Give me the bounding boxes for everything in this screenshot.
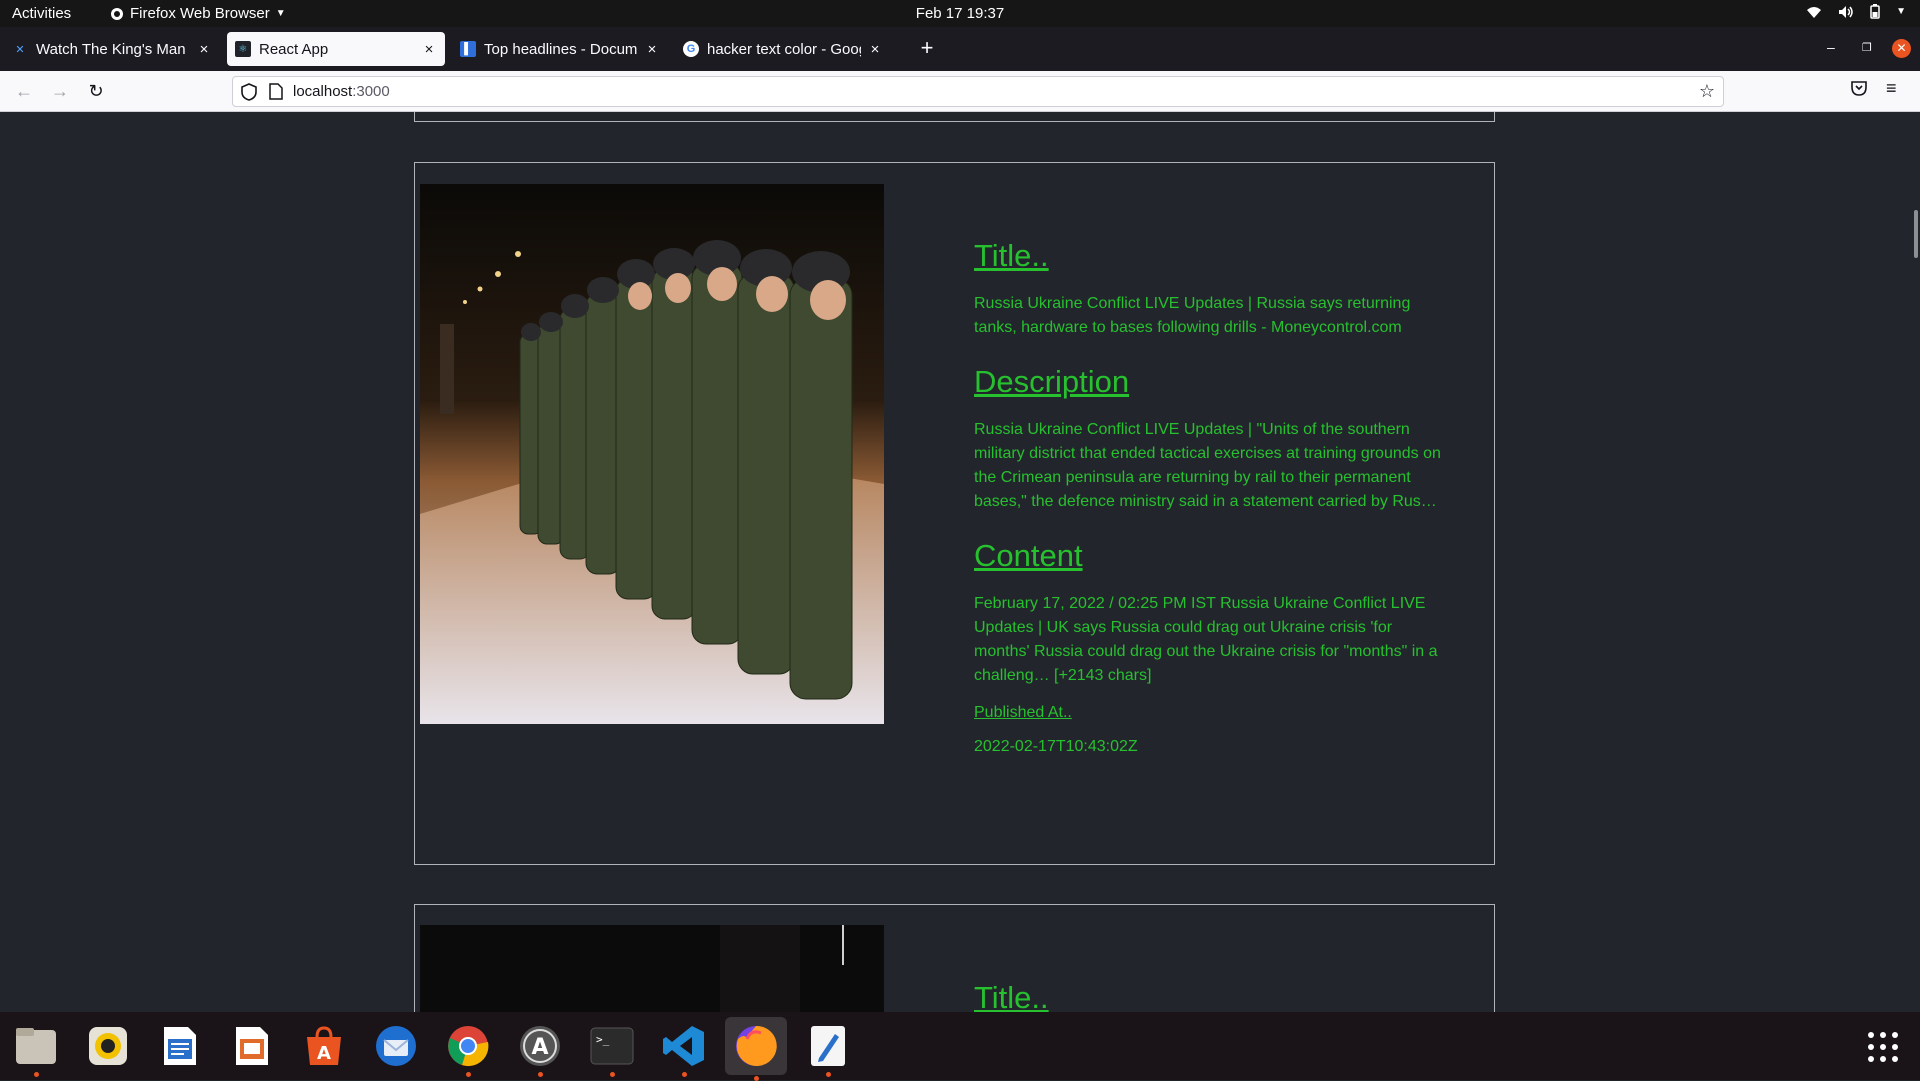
url-text[interactable]: localhost:3000	[293, 83, 390, 100]
minimize-icon[interactable]: –	[1827, 39, 1835, 55]
docs-icon: ▌	[460, 41, 476, 57]
back-arrow-icon[interactable]: ←	[12, 79, 36, 103]
page-icon[interactable]	[269, 83, 283, 100]
news-card-previous	[414, 112, 1495, 122]
status-area[interactable]: ▼	[1806, 4, 1906, 19]
description-heading[interactable]: Description	[974, 364, 1444, 400]
title-heading[interactable]: Title..	[974, 980, 1444, 1012]
tab-label: React App	[259, 40, 329, 58]
content-text: February 17, 2022 / 02:25 PM IST Russia …	[974, 595, 1438, 684]
article-image	[420, 184, 884, 724]
dark-photo	[420, 925, 884, 1012]
close-icon[interactable]: ×	[867, 41, 883, 58]
title-heading[interactable]: Title..	[974, 238, 1444, 274]
svg-text:A: A	[531, 1035, 548, 1060]
show-applications-icon[interactable]	[1868, 1032, 1898, 1062]
restore-icon[interactable]: ❐	[1862, 41, 1872, 54]
firefox-icon[interactable]	[725, 1017, 787, 1081]
page-content: Title.. Russia Ukraine Conflict LIVE Upd…	[0, 112, 1920, 1012]
software-icon[interactable]: A	[299, 1021, 349, 1071]
close-icon[interactable]: ×	[421, 41, 437, 58]
news-card: Title.. Russia Ukraine Conflict LIVE Upd…	[414, 162, 1495, 865]
url-bar[interactable]: localhost:3000 ☆	[232, 76, 1724, 107]
description-text: Russia Ukraine Conflict LIVE Updates | "…	[974, 421, 1441, 510]
vscode-icon[interactable]	[659, 1021, 709, 1077]
svg-text:>_: >_	[596, 1033, 610, 1046]
tab-kings-man[interactable]: ✕ Watch The King's Man Fu ×	[4, 32, 220, 66]
reload-icon[interactable]: ↻	[84, 79, 108, 103]
published-date: 2022-02-17T10:43:02Z	[974, 738, 1138, 755]
tab-label: Top headlines - Documen	[484, 40, 638, 58]
close-icon[interactable]: ×	[644, 41, 660, 58]
shield-icon[interactable]	[241, 83, 257, 101]
content-heading[interactable]: Content	[974, 538, 1444, 574]
dock: A A >_	[0, 1012, 1920, 1081]
tab-top-headlines[interactable]: ▌ Top headlines - Documen ×	[452, 32, 668, 66]
hamburger-menu-icon[interactable]: ≡	[1886, 78, 1897, 99]
updater-icon[interactable]: A	[515, 1021, 565, 1077]
tab-label: Watch The King's Man Fu	[36, 40, 190, 58]
article-text: Title..	[974, 980, 1444, 1012]
clock[interactable]: Feb 17 19:37	[0, 5, 1920, 22]
volume-icon	[1839, 5, 1853, 18]
soldiers-photo	[420, 184, 884, 724]
text-editor-icon[interactable]	[803, 1021, 853, 1077]
writer-icon[interactable]	[155, 1021, 205, 1071]
tab-bar: ✕ Watch The King's Man Fu × ⚛ React App …	[0, 27, 1920, 71]
url-host: localhost	[293, 83, 353, 100]
google-icon: G	[683, 41, 699, 57]
battery-icon	[1870, 4, 1880, 19]
svg-text:A: A	[317, 1043, 331, 1064]
published-at-link[interactable]: Published At..	[974, 704, 1444, 722]
navigation-toolbar: ← → ↻ localhost:3000 ☆ ≡	[0, 71, 1920, 112]
react-icon: ⚛	[235, 41, 251, 57]
system-top-bar: Activities Firefox Web Browser ▼ Feb 17 …	[0, 0, 1920, 27]
tab-react-app[interactable]: ⚛ React App ×	[227, 32, 445, 66]
news-card-next: Title..	[414, 904, 1495, 1012]
new-tab-button[interactable]: +	[910, 32, 944, 66]
url-port: :3000	[352, 83, 390, 100]
thunderbird-icon[interactable]	[371, 1021, 421, 1071]
page-scrollbar[interactable]	[1914, 210, 1918, 258]
impress-icon[interactable]	[227, 1021, 277, 1071]
window-close-button[interactable]: ✕	[1892, 39, 1911, 58]
tab-label: hacker text color - Google	[707, 40, 861, 58]
pocket-icon[interactable]	[1850, 79, 1868, 97]
wifi-icon	[1807, 6, 1822, 18]
forward-arrow-icon[interactable]: →	[48, 79, 72, 103]
terminal-icon[interactable]: >_	[587, 1021, 637, 1077]
close-icon[interactable]: ×	[196, 41, 212, 58]
title-text: Russia Ukraine Conflict LIVE Updates | R…	[974, 295, 1411, 336]
files-icon[interactable]	[11, 1021, 61, 1077]
article-image	[420, 925, 884, 1012]
tab-google-search[interactable]: G hacker text color - Google ×	[675, 32, 891, 66]
chevron-down-icon: ▼	[1896, 6, 1906, 17]
rhythmbox-icon[interactable]	[83, 1021, 133, 1071]
chrome-icon[interactable]	[443, 1021, 493, 1077]
tab-favicon-x-icon: ✕	[15, 43, 25, 56]
article-text: Title.. Russia Ukraine Conflict LIVE Upd…	[974, 238, 1444, 756]
bookmark-star-icon[interactable]: ☆	[1699, 81, 1715, 102]
